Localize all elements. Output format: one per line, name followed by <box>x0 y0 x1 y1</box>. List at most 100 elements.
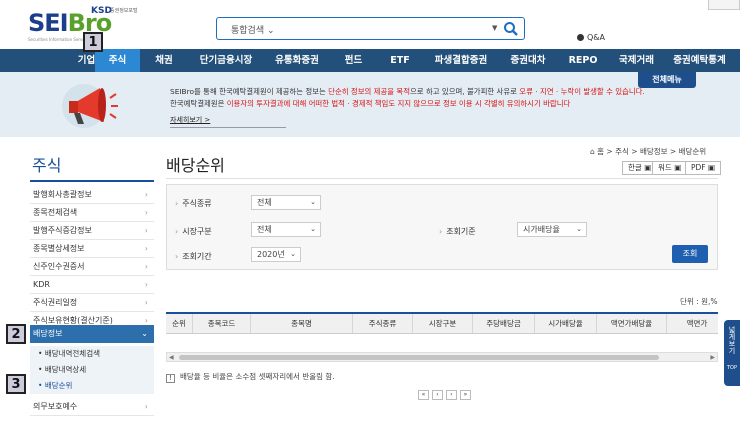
sidebar-item-issuer[interactable]: 발행회사총괄정보 › <box>30 186 154 204</box>
nav-item-stock[interactable]: 주식 <box>95 49 140 72</box>
ksd-subtitle: 증권정보포털 <box>110 8 138 14</box>
chevron-down-icon: ⌄ <box>576 225 582 233</box>
sidebar-title-underline <box>30 180 154 182</box>
sidebar-item-shares-change[interactable]: 발행주식증감정보 › <box>30 222 154 240</box>
search-box[interactable]: 통합검색 ⌄ ▼ <box>216 17 525 40</box>
chevron-right-icon: › <box>144 402 148 411</box>
top-utility-box[interactable] <box>708 0 740 10</box>
title-divider <box>166 178 718 179</box>
nav-item-international[interactable]: 국제거래 <box>609 49 664 72</box>
sidebar-item-label: 주식권리일정 <box>33 298 78 307</box>
chevron-right-icon: › <box>144 226 148 235</box>
nav-item-securitized[interactable]: 유통화증권 <box>264 49 330 72</box>
column-header[interactable]: 종목명 <box>251 314 353 333</box>
chevron-right-icon: › <box>144 280 148 289</box>
notice-line-2: 한국예탁결제원은 이용자의 투자결과에 대해 어떠한 법적 · 경제적 책임도 … <box>170 98 570 109</box>
sidebar-item-label: 발행회사총괄정보 <box>33 190 92 199</box>
sidebar-title: 주식 <box>32 156 62 175</box>
page-title: 배당순위 <box>166 156 225 175</box>
chevron-right-icon: › <box>144 262 148 271</box>
all-menu-button[interactable]: 전체메뉴 <box>638 72 696 88</box>
scroll-left-icon[interactable]: ◀ <box>169 353 174 362</box>
column-header[interactable]: 종목코드 <box>193 314 251 333</box>
ksd-text: KSD <box>91 6 112 16</box>
column-header[interactable]: 시가배당율 <box>535 314 597 333</box>
last-page-button[interactable]: » <box>460 390 471 400</box>
market-value: 전체 <box>257 225 272 234</box>
criteria-value: 시가배당율 <box>523 225 560 234</box>
wide-view-tab[interactable]: 넓게보기 TOP <box>724 320 740 386</box>
scroll-right-icon[interactable]: ▶ <box>710 353 715 362</box>
column-header[interactable]: 순위 <box>166 314 193 333</box>
criteria-select[interactable]: 시가배당율 ⌄ <box>517 222 587 237</box>
column-header[interactable]: 주식종류 <box>353 314 413 333</box>
sidebar-item-warrant[interactable]: 신주인수권증서 › <box>30 258 154 276</box>
sidebar-item-kdr[interactable]: KDR › <box>30 276 154 294</box>
search-dropdown-arrow-icon[interactable]: ▼ <box>492 24 497 32</box>
sidebar-item-detail[interactable]: 종목별상세정보 › <box>30 240 154 258</box>
export-label: PDF <box>691 163 706 172</box>
prev-page-button[interactable]: ‹ <box>432 390 443 400</box>
next-page-button[interactable]: › <box>446 390 457 400</box>
sidebar-sub-label: 배당내역전체검색 <box>44 349 101 358</box>
column-header[interactable]: 주당배당금 <box>473 314 535 333</box>
scrollbar-thumb[interactable] <box>179 355 659 360</box>
export-pdf-button[interactable]: PDF ▣ <box>685 161 722 175</box>
sidebar-sub-dividend-detail[interactable]: • 배당내역상세 <box>30 362 154 378</box>
notice-emphasis: 이용자의 투자결과에 대해 어떠한 법적 · 경제적 책임도 지지 않으므로 정… <box>226 99 571 108</box>
export-label: 한글 <box>628 163 642 172</box>
annotation-badge-1: 1 <box>83 32 103 52</box>
sidebar-item-label: KDR <box>33 280 50 289</box>
notice-emphasis: 오류 · 지연 · 누락이 발생할 수 있습니다. <box>519 87 645 96</box>
sidebar-sub-label: 배당내역상세 <box>44 365 87 374</box>
logo-tagline: Securities Information Service <box>28 37 89 42</box>
chevron-right-icon: › <box>144 208 148 217</box>
nav-item-bond[interactable]: 채권 <box>140 49 188 72</box>
column-header[interactable]: 액면가 <box>667 314 718 333</box>
column-header[interactable]: 액면가배당율 <box>597 314 667 333</box>
export-word-button[interactable]: 워드 ▣ <box>652 161 688 175</box>
sidebar-item-search[interactable]: 종목전체검색 › <box>30 204 154 222</box>
period-value: 2020년 <box>257 250 285 259</box>
sidebar-item-rights-schedule[interactable]: 주식권리일정 › <box>30 294 154 312</box>
search-icon[interactable] <box>503 21 519 37</box>
nav-item-fund[interactable]: 펀드 <box>330 49 377 72</box>
nav-item-lending[interactable]: 증권대차 <box>499 49 557 72</box>
megaphone-icon <box>62 84 118 128</box>
chevron-down-icon: ⌄ <box>141 329 148 338</box>
criteria-label: 조회기준 <box>439 226 475 237</box>
column-header[interactable]: 시장구분 <box>413 314 473 333</box>
sidebar-item-lockup[interactable]: 의무보호예수 › <box>30 398 154 416</box>
divider <box>170 127 286 128</box>
chevron-right-icon: › <box>144 244 148 253</box>
sidebar-item-label: 신주인수권증서 <box>33 262 85 271</box>
qna-link[interactable]: Q&A <box>577 33 605 42</box>
notice-emphasis: 단순히 정보의 제공을 목적 <box>328 87 410 96</box>
nav-item-derivative[interactable]: 파생결합증권 <box>423 49 499 72</box>
stock-type-select[interactable]: 전체 ⌄ <box>251 195 321 210</box>
nav-item-short-term[interactable]: 단기금융시장 <box>188 49 264 72</box>
period-select[interactable]: 2020년 ⌄ <box>251 247 301 262</box>
qna-icon <box>577 34 584 41</box>
main-nav: 기업 주식 채권 단기금융시장 유통화증권 펀드 ETF 파생결합증권 증권대차… <box>0 49 740 72</box>
top-button[interactable]: TOP <box>724 363 740 373</box>
sidebar-sub-dividend-rank[interactable]: • 배당순위 <box>30 378 154 394</box>
nav-item-repo[interactable]: REPO <box>557 49 609 72</box>
horizontal-scrollbar[interactable]: ◀ ▶ <box>166 352 718 362</box>
notice-text: 으로 하고 있으며, 불가피한 사유로 <box>410 87 520 96</box>
chevron-down-icon: ⌄ <box>310 225 316 233</box>
first-page-button[interactable]: « <box>418 390 429 400</box>
nav-item-statistics[interactable]: 증권예탁통계 <box>664 49 735 72</box>
search-scope-select[interactable]: 통합검색 ⌄ <box>231 23 275 36</box>
query-button[interactable]: 조회 <box>672 245 708 263</box>
annotation-badge-3: 3 <box>6 374 26 394</box>
sidebar-sub-dividend-all[interactable]: • 배당내역전체검색 <box>30 346 154 362</box>
sidebar-item-dividend[interactable]: 배당정보 ⌄ <box>30 325 154 343</box>
sidebar-item-label: 주식보유현황(결산기준) <box>33 316 113 325</box>
stock-type-label: 주식종류 <box>175 198 211 209</box>
notice-more-link[interactable]: 자세히보기 > <box>170 115 210 125</box>
period-label: 조회기간 <box>175 251 211 262</box>
nav-item-etf[interactable]: ETF <box>377 49 423 72</box>
market-select[interactable]: 전체 ⌄ <box>251 222 321 237</box>
notice-banner: SEIBro를 통해 한국예탁결제원이 제공하는 정보는 단순히 정보의 제공을… <box>0 72 740 137</box>
